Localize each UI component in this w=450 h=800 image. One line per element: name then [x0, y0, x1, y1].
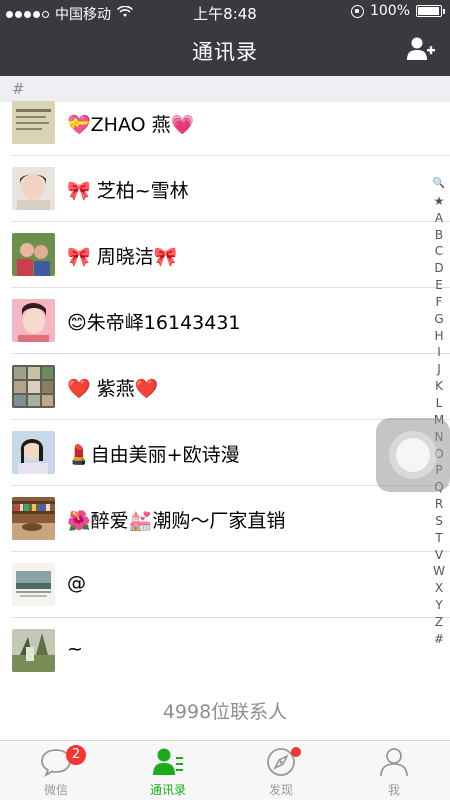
index-letter[interactable]: G	[434, 311, 443, 328]
contact-name: ❤️ 紫燕❤️	[67, 378, 159, 400]
tab-label: 我	[387, 783, 400, 797]
contacts-icon	[153, 748, 183, 775]
page-title: 通讯录	[192, 40, 258, 64]
contact-row[interactable]: 💝ZHAO 燕💗	[0, 90, 450, 156]
index-letter[interactable]: Z	[435, 614, 443, 631]
index-letter[interactable]: B	[435, 227, 443, 244]
tab-label: 发现	[268, 783, 293, 797]
tab-chats[interactable]: 2 微信	[0, 741, 112, 800]
battery-percent: 100%	[369, 3, 410, 19]
add-person-icon	[407, 37, 435, 60]
add-contact-button[interactable]	[406, 36, 436, 62]
index-letter[interactable]: R	[435, 496, 443, 513]
contact-row[interactable]: @	[0, 552, 450, 618]
tab-label: 通讯录	[149, 783, 186, 797]
avatar	[12, 563, 55, 606]
avatar	[12, 365, 55, 408]
index-letter[interactable]: J	[437, 361, 441, 378]
avatar	[12, 167, 55, 210]
index-letter[interactable]: E	[435, 277, 443, 294]
notification-dot	[291, 747, 301, 757]
alphabet-index[interactable]: 🔍★ABCDEFGHIJKLMNOPQRSTVWXYZ#	[430, 176, 448, 648]
tab-me[interactable]: 我	[338, 741, 450, 800]
person-icon	[380, 748, 408, 777]
tab-contacts[interactable]: 通讯录	[112, 741, 224, 800]
unread-badge: 2	[66, 745, 86, 765]
avatar	[12, 497, 55, 540]
contact-row[interactable]: 🌺醉爱💒潮购～厂家直销	[0, 486, 450, 552]
index-letter[interactable]: C	[435, 243, 443, 260]
tab-discover[interactable]: 发现	[225, 741, 337, 800]
contact-row[interactable]: 🎀 周晓洁🎀	[0, 222, 450, 288]
index-letter[interactable]: Y	[435, 597, 442, 614]
index-letter[interactable]: S	[435, 513, 443, 530]
orientation-lock-icon	[350, 4, 364, 18]
index-letter[interactable]: #	[434, 631, 444, 648]
index-letter[interactable]: ★	[434, 193, 445, 210]
index-letter[interactable]: T	[435, 530, 442, 547]
index-letter[interactable]: 🔍	[433, 176, 445, 193]
nav-bar: 通讯录	[0, 24, 450, 76]
contact-name: 🌺醉爱💒潮购～厂家直销	[67, 510, 286, 532]
status-bar: 中国移动 上午8:48 100%	[0, 0, 450, 24]
index-letter[interactable]: L	[436, 395, 443, 412]
contact-name: @	[67, 572, 86, 594]
index-letter[interactable]: K	[435, 378, 443, 395]
contact-name: 💄自由美丽+欧诗漫	[67, 444, 240, 466]
tab-bar: 2 微信 通讯录 发现 我	[0, 740, 450, 800]
index-letter[interactable]: W	[433, 563, 445, 580]
index-letter[interactable]: V	[435, 547, 443, 564]
contact-name: 🎀 周晓洁🎀	[67, 246, 178, 268]
avatar	[12, 299, 55, 342]
avatar	[12, 101, 55, 144]
index-letter[interactable]: H	[434, 328, 443, 345]
contact-name: 💝ZHAO 燕💗	[67, 114, 195, 136]
avatar	[12, 431, 55, 474]
index-letter[interactable]: A	[435, 210, 443, 227]
contact-name: 😊朱帝峄16143431	[67, 312, 241, 334]
header: 中国移动 上午8:48 100% 通讯录	[0, 0, 450, 76]
avatar	[12, 629, 55, 672]
contact-name: ~	[67, 638, 83, 660]
index-letter[interactable]: F	[436, 294, 443, 311]
battery-icon	[416, 5, 445, 17]
contact-row[interactable]: 🎀 芝柏~雪林	[0, 156, 450, 222]
status-right: 100%	[350, 3, 445, 19]
avatar	[12, 233, 55, 276]
contact-row[interactable]: 😊朱帝峄16143431	[0, 288, 450, 354]
contact-count: 4998位联系人	[162, 701, 288, 723]
index-letter[interactable]: X	[435, 580, 443, 597]
assistive-touch-button[interactable]	[376, 418, 450, 492]
contact-name: 🎀 芝柏~雪林	[67, 180, 189, 202]
tab-label: 微信	[43, 783, 68, 797]
index-letter[interactable]: D	[434, 260, 443, 277]
index-letter[interactable]: I	[437, 344, 441, 361]
contact-row[interactable]: ~	[0, 618, 450, 684]
contact-row[interactable]: ❤️ 紫燕❤️	[0, 354, 450, 420]
